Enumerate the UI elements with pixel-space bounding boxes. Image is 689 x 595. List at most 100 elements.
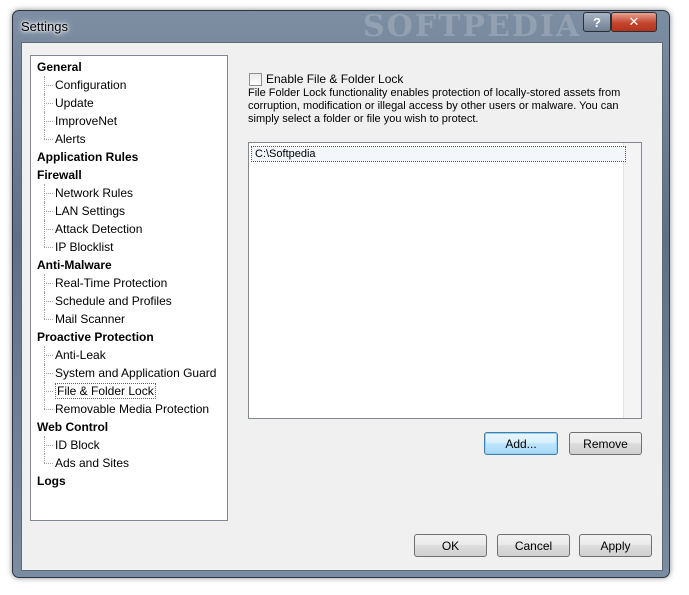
tree-category-proactive-protection[interactable]: Proactive Protection — [37, 328, 154, 346]
tree-item-anti-leak[interactable]: Anti-Leak — [55, 346, 106, 364]
tree-guide-line — [44, 436, 45, 454]
tree-guide-line — [44, 274, 45, 292]
tree-guide-line — [44, 247, 53, 248]
settings-tree[interactable]: General Configuration Update ImproveNet Aler… — [30, 55, 228, 521]
tree-guide-line — [44, 355, 53, 356]
tree-guide-line — [44, 94, 45, 112]
help-icon: ? — [593, 14, 601, 30]
settings-window: Settings SOFTPEDIA ? ✕ General Configurat… — [12, 9, 670, 578]
tree-item-label: Schedule and Profiles — [55, 294, 172, 308]
tree-category-web-control[interactable]: Web Control — [37, 418, 108, 436]
tree-guide-line — [44, 139, 53, 140]
tree-item-label: ID Block — [55, 438, 100, 452]
tree-guide-line — [44, 445, 53, 446]
protected-items-list[interactable]: C:\Softpedia — [248, 142, 642, 419]
tree-category-general[interactable]: General — [37, 58, 82, 76]
tree-item-label: Anti-Malware — [37, 258, 112, 272]
tree-guide-line — [44, 463, 53, 464]
tree-guide-line — [44, 193, 53, 194]
list-scrollbar[interactable] — [623, 143, 641, 418]
tree-item-label: ImproveNet — [55, 114, 118, 128]
tree-guide-line — [44, 319, 53, 320]
tree-guide-line — [44, 391, 53, 392]
tree-item-schedule-and-profiles[interactable]: Schedule and Profiles — [55, 292, 172, 310]
tree-item-label: Update — [55, 96, 94, 110]
tree-item-label: Configuration — [55, 78, 127, 92]
tree-guide-line — [44, 454, 45, 463]
softpedia-watermark: SOFTPEDIA — [363, 9, 582, 44]
tree-item-label: Mail Scanner — [55, 312, 126, 326]
tree-item-network-rules[interactable]: Network Rules — [55, 184, 133, 202]
tree-item-system-and-application-guard[interactable]: System and Application Guard — [55, 364, 216, 382]
tree-guide-line — [44, 346, 45, 364]
tree-item-label: Web Control — [37, 420, 109, 434]
tree-item-mail-scanner[interactable]: Mail Scanner — [55, 310, 125, 328]
tree-item-label: Firewall — [37, 168, 82, 182]
tree-guide-line — [44, 220, 45, 238]
folder-lock-description: File Folder Lock functionality enables p… — [248, 87, 621, 125]
tree-guide-line — [44, 112, 45, 130]
tree-guide-line — [44, 310, 45, 319]
ok-button[interactable]: OK — [414, 534, 487, 557]
tree-item-label: Application Rules — [37, 150, 139, 164]
tree-item-label: IP Blocklist — [55, 240, 114, 254]
tree-guide-line — [44, 211, 53, 212]
window-title: Settings — [21, 19, 68, 34]
title-bar[interactable]: Settings SOFTPEDIA ? ✕ — [13, 9, 669, 44]
close-button[interactable]: ✕ — [611, 12, 657, 32]
tree-item-label: Logs — [37, 474, 66, 488]
tree-guide-line — [44, 292, 45, 310]
tree-guide-line — [44, 409, 53, 410]
tree-guide-line — [44, 121, 53, 122]
tree-guide-line — [44, 76, 45, 94]
tree-guide-line — [44, 85, 53, 86]
add-button[interactable]: Add... — [484, 432, 558, 455]
tree-item-file-folder-lock[interactable]: File & Folder Lock — [55, 382, 156, 400]
tree-item-label: General — [37, 60, 82, 74]
tree-guide-line — [44, 373, 53, 374]
tree-guide-line — [44, 229, 53, 230]
enable-folder-lock-label[interactable]: Enable File & Folder Lock — [266, 72, 403, 86]
list-item[interactable]: C:\Softpedia — [251, 146, 626, 162]
apply-button[interactable]: Apply — [579, 534, 652, 557]
tree-category-logs[interactable]: Logs — [37, 472, 66, 490]
tree-item-removable-media-protection[interactable]: Removable Media Protection — [55, 400, 209, 418]
tree-guide-line — [44, 184, 45, 202]
tree-guide-line — [44, 364, 45, 382]
tree-item-configuration[interactable]: Configuration — [55, 76, 126, 94]
tree-category-application-rules[interactable]: Application Rules — [37, 148, 138, 166]
enable-folder-lock-row[interactable]: Enable File & Folder Lock — [249, 72, 403, 86]
tree-item-label: Network Rules — [55, 186, 134, 200]
settings-client-area: General Configuration Update ImproveNet Aler… — [21, 42, 663, 571]
tree-item-label: Alerts — [55, 132, 86, 146]
tree-guide-line — [44, 130, 45, 139]
tree-item-label: Anti-Leak — [55, 348, 106, 362]
tree-guide-line — [44, 382, 45, 400]
tree-item-ads-and-sites[interactable]: Ads and Sites — [55, 454, 129, 472]
tree-item-label: Proactive Protection — [37, 330, 154, 344]
tree-guide-line — [44, 400, 45, 409]
tree-guide-line — [44, 238, 45, 247]
tree-guide-line — [44, 202, 45, 220]
tree-guide-line — [44, 301, 53, 302]
tree-item-label: Real-Time Protection — [55, 276, 168, 290]
tree-item-attack-detection[interactable]: Attack Detection — [55, 220, 142, 238]
tree-category-firewall[interactable]: Firewall — [37, 166, 82, 184]
tree-item-real-time-protection[interactable]: Real-Time Protection — [55, 274, 167, 292]
tree-item-ip-blocklist[interactable]: IP Blocklist — [55, 238, 113, 256]
tree-item-id-block[interactable]: ID Block — [55, 436, 100, 454]
remove-button[interactable]: Remove — [569, 432, 642, 455]
cancel-button[interactable]: Cancel — [497, 534, 570, 557]
help-button[interactable]: ? — [583, 12, 611, 32]
enable-folder-lock-checkbox[interactable] — [249, 72, 262, 86]
tree-item-label: File & Folder Lock — [55, 383, 156, 399]
tree-item-alerts[interactable]: Alerts — [55, 130, 86, 148]
tree-category-anti-malware[interactable]: Anti-Malware — [37, 256, 112, 274]
tree-item-label: Ads and Sites — [55, 456, 130, 470]
tree-item-improvenet[interactable]: ImproveNet — [55, 112, 117, 130]
tree-item-label: Attack Detection — [55, 222, 143, 236]
tree-item-lan-settings[interactable]: LAN Settings — [55, 202, 125, 220]
tree-item-update[interactable]: Update — [55, 94, 94, 112]
tree-item-label: System and Application Guard — [55, 366, 217, 380]
tree-guide-line — [44, 103, 53, 104]
